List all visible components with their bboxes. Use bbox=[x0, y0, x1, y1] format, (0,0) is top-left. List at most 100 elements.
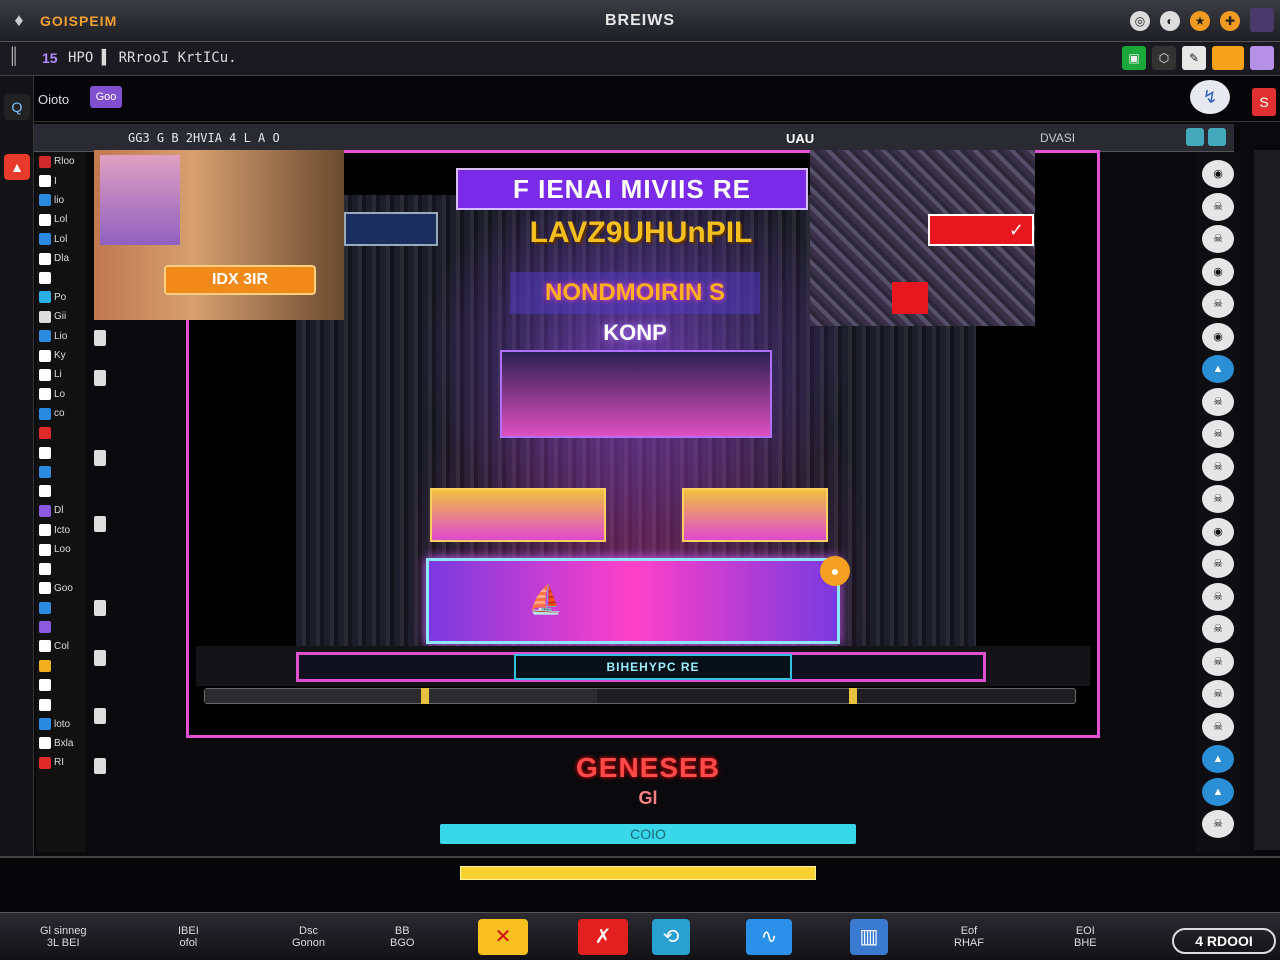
list-item[interactable] bbox=[36, 268, 86, 287]
chip-6[interactable] bbox=[94, 650, 106, 666]
list-item[interactable] bbox=[36, 462, 86, 481]
close-icon[interactable]: ✗ bbox=[578, 919, 628, 955]
list-item[interactable]: Lol bbox=[36, 230, 86, 249]
list-item[interactable] bbox=[36, 443, 86, 462]
taskbar-item-5[interactable]: Eof RHAF bbox=[954, 917, 984, 957]
list-item[interactable]: loto bbox=[36, 714, 86, 733]
list-item[interactable] bbox=[36, 617, 86, 636]
mask-icon[interactable]: ◉ bbox=[1202, 160, 1234, 188]
map-pin-icon[interactable]: ✕ bbox=[478, 919, 528, 955]
progress-slider[interactable] bbox=[204, 688, 1076, 704]
skull-icon[interactable]: ☠ bbox=[1202, 582, 1234, 611]
skull-icon[interactable]: ☠ bbox=[1202, 647, 1234, 676]
list-item[interactable]: Dl bbox=[36, 501, 86, 520]
list-item[interactable]: Dla bbox=[36, 249, 86, 268]
list-item[interactable]: Bxla bbox=[36, 734, 86, 753]
skull-icon[interactable]: ☠ bbox=[1202, 810, 1234, 838]
skull-icon[interactable]: ☠ bbox=[1202, 420, 1234, 448]
list-item[interactable]: Goo bbox=[36, 579, 86, 598]
blue-app-icon[interactable]: ▲ bbox=[1202, 745, 1234, 773]
skull-icon[interactable]: ☠ bbox=[1202, 550, 1234, 578]
tab-left-label[interactable]: GG3 G B 2HVIA 4 L A O bbox=[128, 131, 280, 145]
list-item[interactable]: co bbox=[36, 404, 86, 423]
counter-right[interactable] bbox=[682, 488, 828, 542]
list-item[interactable]: Gii bbox=[36, 307, 86, 326]
corner-button[interactable]: S bbox=[1252, 88, 1276, 116]
skull-icon[interactable]: ☠ bbox=[1202, 485, 1234, 513]
gamepad-icon[interactable]: ◎ bbox=[1130, 11, 1150, 31]
alert-rail-icon[interactable]: ▲ bbox=[4, 154, 30, 180]
wave-tile[interactable]: ∿ bbox=[746, 917, 792, 957]
mask-icon[interactable]: ◉ bbox=[1202, 517, 1234, 546]
chip-4[interactable] bbox=[94, 516, 106, 532]
taskbar-item-3[interactable]: Dsc Gonon bbox=[292, 917, 325, 957]
chip-2[interactable] bbox=[94, 370, 106, 386]
tab-grid-icon[interactable] bbox=[1208, 128, 1226, 146]
close-tile[interactable]: ✗ bbox=[578, 917, 628, 957]
list-item[interactable] bbox=[36, 598, 86, 617]
list-item[interactable]: I bbox=[36, 171, 86, 190]
taskbar-item-4[interactable]: BB BGO bbox=[390, 917, 414, 957]
violet-app-icon[interactable] bbox=[1250, 46, 1274, 70]
mask-icon[interactable]: ◉ bbox=[1202, 322, 1234, 351]
taskbar-item-6[interactable]: EOI BHE bbox=[1074, 917, 1097, 957]
character-thumbnail[interactable] bbox=[100, 155, 180, 245]
continue-button[interactable]: COIO bbox=[440, 824, 856, 844]
refresh-tile[interactable]: ⟲ bbox=[652, 917, 690, 957]
list-item[interactable] bbox=[36, 695, 86, 714]
menu-grip-icon[interactable]: ║ bbox=[8, 48, 28, 70]
list-item[interactable]: Icto bbox=[36, 520, 86, 539]
skull-icon[interactable]: ☠ bbox=[1202, 452, 1234, 481]
list-item[interactable] bbox=[36, 482, 86, 501]
skull-icon[interactable]: ☠ bbox=[1202, 712, 1234, 741]
tab-window-icon[interactable] bbox=[1186, 128, 1204, 146]
pool[interactable] bbox=[426, 558, 840, 644]
taskbar-right-box[interactable]: 4 RDOOI bbox=[1172, 928, 1276, 954]
share-icon[interactable]: ⬡ bbox=[1152, 46, 1176, 70]
list-item[interactable]: Ky bbox=[36, 346, 86, 365]
tab-mid-label[interactable]: UAU bbox=[786, 131, 814, 146]
chip-5[interactable] bbox=[94, 600, 106, 616]
chip-3[interactable] bbox=[94, 450, 106, 466]
list-item[interactable]: Col bbox=[36, 637, 86, 656]
list-item[interactable] bbox=[36, 656, 86, 675]
skull-icon[interactable]: ☠ bbox=[1202, 615, 1234, 643]
skull-icon[interactable]: ☠ bbox=[1202, 680, 1234, 708]
taskbar-item-1[interactable]: Gl sinneg 3L BEI bbox=[40, 917, 86, 957]
skull-icon[interactable]: ☠ bbox=[1202, 387, 1234, 416]
chip-1[interactable] bbox=[94, 330, 106, 346]
red-badge[interactable]: ✓ bbox=[928, 214, 1034, 246]
toolbar-tag[interactable]: Goo bbox=[90, 86, 122, 108]
blue-app-icon[interactable]: ▲ bbox=[1202, 777, 1234, 806]
tab-right-label[interactable]: DVASI bbox=[1040, 131, 1075, 145]
list-item[interactable]: Li bbox=[36, 365, 86, 384]
left-panel-button[interactable]: IDX 3IR bbox=[164, 265, 316, 295]
wave-icon[interactable]: ∿ bbox=[746, 919, 792, 955]
list-item[interactable] bbox=[36, 423, 86, 442]
search-rail-icon[interactable]: Q bbox=[4, 94, 30, 120]
chart-tile[interactable]: ▥ bbox=[850, 917, 888, 957]
skull-icon[interactable]: ☠ bbox=[1202, 225, 1234, 253]
list-item[interactable]: Lo bbox=[36, 385, 86, 404]
headset-icon[interactable]: ◐ bbox=[1160, 11, 1180, 31]
list-item[interactable]: Loo bbox=[36, 540, 86, 559]
refresh-icon[interactable]: ⟲ bbox=[652, 919, 690, 955]
menu-path[interactable]: HPO ▌ RRrooI KrtICu. bbox=[68, 50, 237, 66]
chip-7[interactable] bbox=[94, 708, 106, 724]
skull-icon[interactable]: ☠ bbox=[1202, 192, 1234, 221]
slider-knob-end[interactable] bbox=[848, 688, 857, 704]
green-app-icon[interactable]: ▣ bbox=[1122, 46, 1146, 70]
list-item[interactable]: Po bbox=[36, 288, 86, 307]
window-menu-button[interactable] bbox=[1250, 8, 1274, 32]
taskbar-item-2[interactable]: IBEI ofol bbox=[178, 917, 199, 957]
orange-app-icon[interactable] bbox=[1212, 46, 1244, 70]
puzzle-icon[interactable]: ✚ bbox=[1220, 11, 1240, 31]
list-item[interactable]: Rloo bbox=[36, 152, 86, 171]
skull-icon[interactable]: ☠ bbox=[1202, 290, 1234, 318]
list-item[interactable] bbox=[36, 559, 86, 578]
trophy-icon[interactable]: ★ bbox=[1190, 11, 1210, 31]
list-item[interactable]: lio bbox=[36, 191, 86, 210]
slider-knob-start[interactable] bbox=[421, 688, 429, 704]
map-pin-tile[interactable]: ✕ bbox=[478, 917, 528, 957]
blue-app-icon[interactable]: ▲ bbox=[1202, 355, 1234, 383]
